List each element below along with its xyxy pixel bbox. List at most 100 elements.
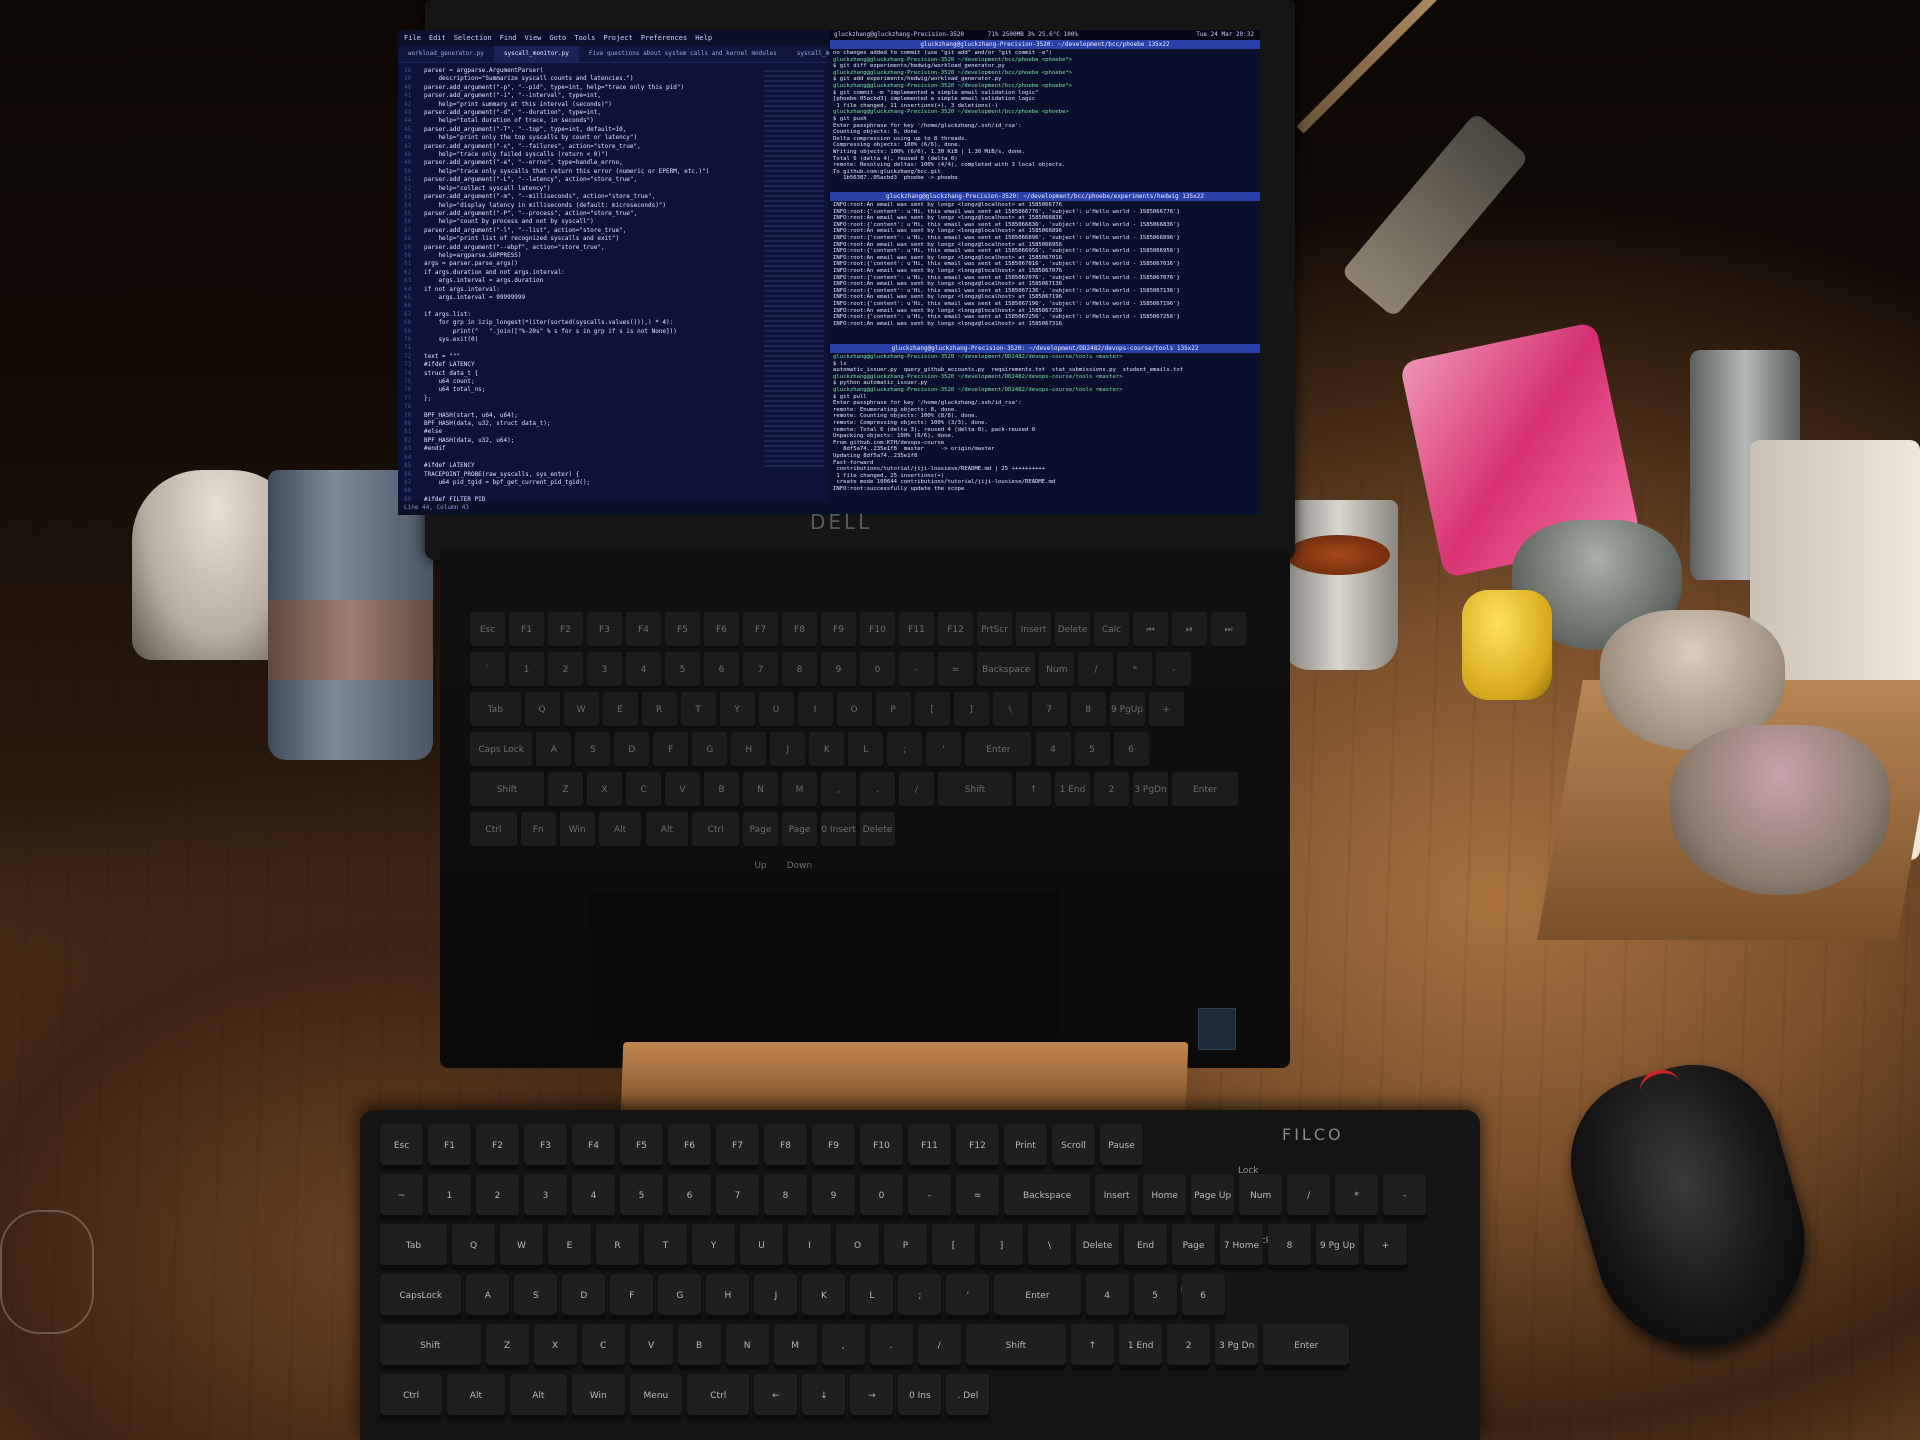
key--[interactable]: . bbox=[860, 772, 895, 808]
menu-item-edit[interactable]: Edit bbox=[429, 34, 446, 42]
key-ctrl[interactable]: Ctrl bbox=[692, 812, 739, 848]
key-alt[interactable]: Alt bbox=[645, 812, 689, 848]
key-f5[interactable]: F5 bbox=[620, 1124, 663, 1169]
key-p[interactable]: P bbox=[875, 692, 911, 728]
key-1-end[interactable]: 1 End bbox=[1055, 772, 1090, 808]
key-3-pg-dn[interactable]: 3 Pg Dn bbox=[1215, 1324, 1259, 1369]
key-j[interactable]: J bbox=[754, 1274, 798, 1319]
key-enter[interactable]: Enter bbox=[965, 732, 1032, 768]
key--del[interactable]: . Del bbox=[946, 1374, 990, 1419]
key--[interactable]: , bbox=[821, 1324, 865, 1369]
key-f5[interactable]: F5 bbox=[665, 612, 700, 648]
key-w[interactable]: W bbox=[563, 692, 599, 728]
key-menu[interactable]: Menu bbox=[629, 1374, 683, 1419]
key-f8[interactable]: F8 bbox=[764, 1124, 807, 1169]
key-f3[interactable]: F3 bbox=[524, 1124, 567, 1169]
key-8[interactable]: 8 bbox=[764, 1174, 807, 1219]
key-j[interactable]: J bbox=[770, 732, 806, 768]
key-q[interactable]: Q bbox=[452, 1224, 495, 1269]
key-delete[interactable]: Delete bbox=[1055, 612, 1090, 648]
key-alt[interactable]: Alt bbox=[598, 812, 642, 848]
key-9[interactable]: 9 bbox=[812, 1174, 855, 1219]
key-num-lock[interactable]: Num Lock bbox=[1039, 652, 1075, 711]
key--[interactable]: \ bbox=[1028, 1224, 1071, 1269]
menu-item-goto[interactable]: Goto bbox=[549, 34, 566, 42]
key-k[interactable]: K bbox=[802, 1274, 846, 1319]
key-d[interactable]: D bbox=[614, 732, 650, 768]
key-delete[interactable]: Delete bbox=[1076, 1224, 1119, 1269]
key-x[interactable]: X bbox=[533, 1324, 577, 1369]
key-f12[interactable]: F12 bbox=[938, 612, 973, 648]
key-1[interactable]: 1 bbox=[509, 652, 544, 688]
key-h[interactable]: H bbox=[706, 1274, 750, 1319]
key-u[interactable]: U bbox=[740, 1224, 783, 1269]
key--[interactable]: ; bbox=[887, 732, 923, 768]
key-f6[interactable]: F6 bbox=[704, 612, 739, 648]
key-m[interactable]: M bbox=[782, 772, 817, 808]
key-5[interactable]: 5 bbox=[620, 1174, 663, 1219]
key-shift[interactable]: Shift bbox=[380, 1324, 481, 1369]
key--[interactable]: * bbox=[1117, 652, 1153, 688]
key-6[interactable]: 6 bbox=[1181, 1274, 1225, 1319]
key-n[interactable]: N bbox=[743, 772, 778, 808]
key-alt[interactable]: Alt bbox=[447, 1374, 505, 1419]
key-p[interactable]: P bbox=[884, 1224, 927, 1269]
key--[interactable]: - bbox=[1383, 1174, 1427, 1219]
key-9-pg-up[interactable]: 9 Pg Up bbox=[1316, 1224, 1359, 1269]
key-x[interactable]: X bbox=[587, 772, 622, 808]
key--[interactable]: / bbox=[1287, 1174, 1331, 1219]
key-f7[interactable]: F7 bbox=[743, 612, 778, 648]
key-e[interactable]: E bbox=[602, 692, 638, 728]
key--[interactable]: ' bbox=[926, 732, 962, 768]
key-t[interactable]: T bbox=[644, 1224, 687, 1269]
key--[interactable]: - bbox=[899, 652, 934, 688]
key--[interactable]: ' bbox=[946, 1274, 990, 1319]
key--[interactable]: ] bbox=[980, 1224, 1023, 1269]
key--[interactable]: ↑ bbox=[1071, 1324, 1115, 1369]
key-b[interactable]: B bbox=[677, 1324, 721, 1369]
key-home[interactable]: Home bbox=[1143, 1174, 1187, 1219]
menu-item-file[interactable]: File bbox=[404, 34, 421, 42]
key--[interactable]: - bbox=[1156, 652, 1192, 688]
key-m[interactable]: M bbox=[773, 1324, 817, 1369]
key--[interactable]: ↓ bbox=[802, 1374, 846, 1419]
key-1[interactable]: 1 bbox=[428, 1174, 471, 1219]
key-0[interactable]: 0 bbox=[860, 652, 895, 688]
key-z[interactable]: Z bbox=[548, 772, 583, 808]
key-a[interactable]: A bbox=[536, 732, 572, 768]
key-2[interactable]: 2 bbox=[476, 1174, 519, 1219]
key-6[interactable]: 6 bbox=[1113, 732, 1149, 768]
key-win[interactable]: Win bbox=[559, 812, 595, 848]
key-w[interactable]: W bbox=[500, 1224, 543, 1269]
key-s[interactable]: S bbox=[575, 732, 611, 768]
key-backspace[interactable]: Backspace bbox=[1004, 1174, 1091, 1219]
key-capslock[interactable]: CapsLock bbox=[380, 1274, 462, 1319]
key-1-end[interactable]: 1 End bbox=[1119, 1324, 1163, 1369]
key-4[interactable]: 4 bbox=[1035, 732, 1071, 768]
key-enter[interactable]: Enter bbox=[994, 1274, 1081, 1319]
key-f10[interactable]: F10 bbox=[860, 1124, 903, 1169]
key-f6[interactable]: F6 bbox=[668, 1124, 711, 1169]
key-4[interactable]: 4 bbox=[572, 1174, 615, 1219]
editor-tab[interactable]: Five questions about system calls and ke… bbox=[579, 46, 787, 62]
key-end[interactable]: End bbox=[1124, 1224, 1167, 1269]
key-ctrl[interactable]: Ctrl bbox=[470, 812, 517, 848]
key-alt[interactable]: Alt bbox=[509, 1374, 567, 1419]
menu-item-selection[interactable]: Selection bbox=[454, 34, 492, 42]
key--[interactable]: \ bbox=[992, 692, 1028, 728]
key-page-down[interactable]: Page Down bbox=[782, 812, 817, 871]
editor-minimap[interactable] bbox=[764, 70, 824, 470]
key-q[interactable]: Q bbox=[524, 692, 560, 728]
key-f7[interactable]: F7 bbox=[716, 1124, 759, 1169]
key-c[interactable]: C bbox=[581, 1324, 625, 1369]
key-g[interactable]: G bbox=[692, 732, 728, 768]
key--[interactable]: ⏮ bbox=[1133, 612, 1168, 648]
key-h[interactable]: H bbox=[731, 732, 767, 768]
key-fn[interactable]: Fn bbox=[520, 812, 556, 848]
key-e[interactable]: E bbox=[548, 1224, 591, 1269]
menu-item-view[interactable]: View bbox=[525, 34, 542, 42]
key-r[interactable]: R bbox=[596, 1224, 639, 1269]
key-s[interactable]: S bbox=[514, 1274, 558, 1319]
terminal-hedwig[interactable]: gluckzhang@gluckzhang-Precision-3520: ~/… bbox=[830, 192, 1260, 342]
key--[interactable]: = bbox=[956, 1174, 999, 1219]
